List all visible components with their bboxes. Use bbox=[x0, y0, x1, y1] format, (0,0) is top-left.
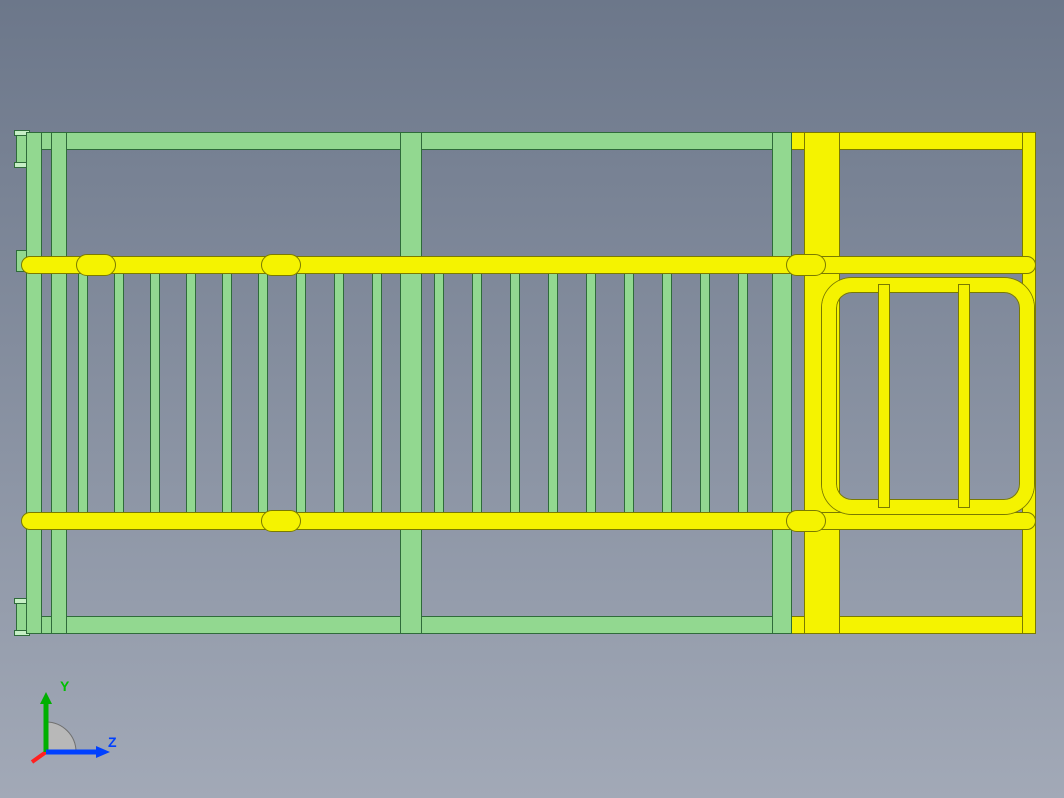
green-slat bbox=[296, 256, 306, 528]
axis-label-z: Z bbox=[108, 734, 117, 750]
cad-3d-viewport[interactable]: Y Z bbox=[0, 0, 1064, 798]
rail-sleeve bbox=[76, 254, 116, 276]
green-slat bbox=[222, 256, 232, 528]
green-slat bbox=[258, 256, 268, 528]
axis-label-y: Y bbox=[60, 678, 69, 694]
green-frame-left-post-2 bbox=[51, 132, 67, 634]
green-slat bbox=[150, 256, 160, 528]
yellow-gate-bar bbox=[958, 284, 970, 508]
rail-sleeve bbox=[786, 510, 826, 532]
green-slat bbox=[738, 256, 748, 528]
green-slat bbox=[78, 256, 88, 528]
green-frame-left-post bbox=[26, 132, 42, 634]
rail-sleeve bbox=[786, 254, 826, 276]
green-slat bbox=[372, 256, 382, 528]
green-slat bbox=[334, 256, 344, 528]
green-frame-right-pillar bbox=[772, 132, 792, 634]
yellow-gate-bar bbox=[878, 284, 890, 508]
yellow-gate-frame bbox=[822, 278, 1034, 514]
yellow-adjuster-rail-bottom bbox=[21, 512, 1036, 530]
rail-sleeve bbox=[261, 254, 301, 276]
green-slat bbox=[434, 256, 444, 528]
rail-sleeve bbox=[261, 510, 301, 532]
green-frame-mid-pillar bbox=[400, 132, 422, 634]
model-assembly[interactable] bbox=[16, 132, 1046, 652]
green-slat bbox=[510, 256, 520, 528]
green-slat bbox=[662, 256, 672, 528]
green-slat bbox=[700, 256, 710, 528]
green-slat bbox=[624, 256, 634, 528]
green-slat bbox=[186, 256, 196, 528]
orientation-triad[interactable] bbox=[26, 692, 116, 782]
yellow-adjuster-rail-top bbox=[21, 256, 1036, 274]
green-slat bbox=[472, 256, 482, 528]
green-slat bbox=[114, 256, 124, 528]
green-slat bbox=[586, 256, 596, 528]
green-slat bbox=[548, 256, 558, 528]
